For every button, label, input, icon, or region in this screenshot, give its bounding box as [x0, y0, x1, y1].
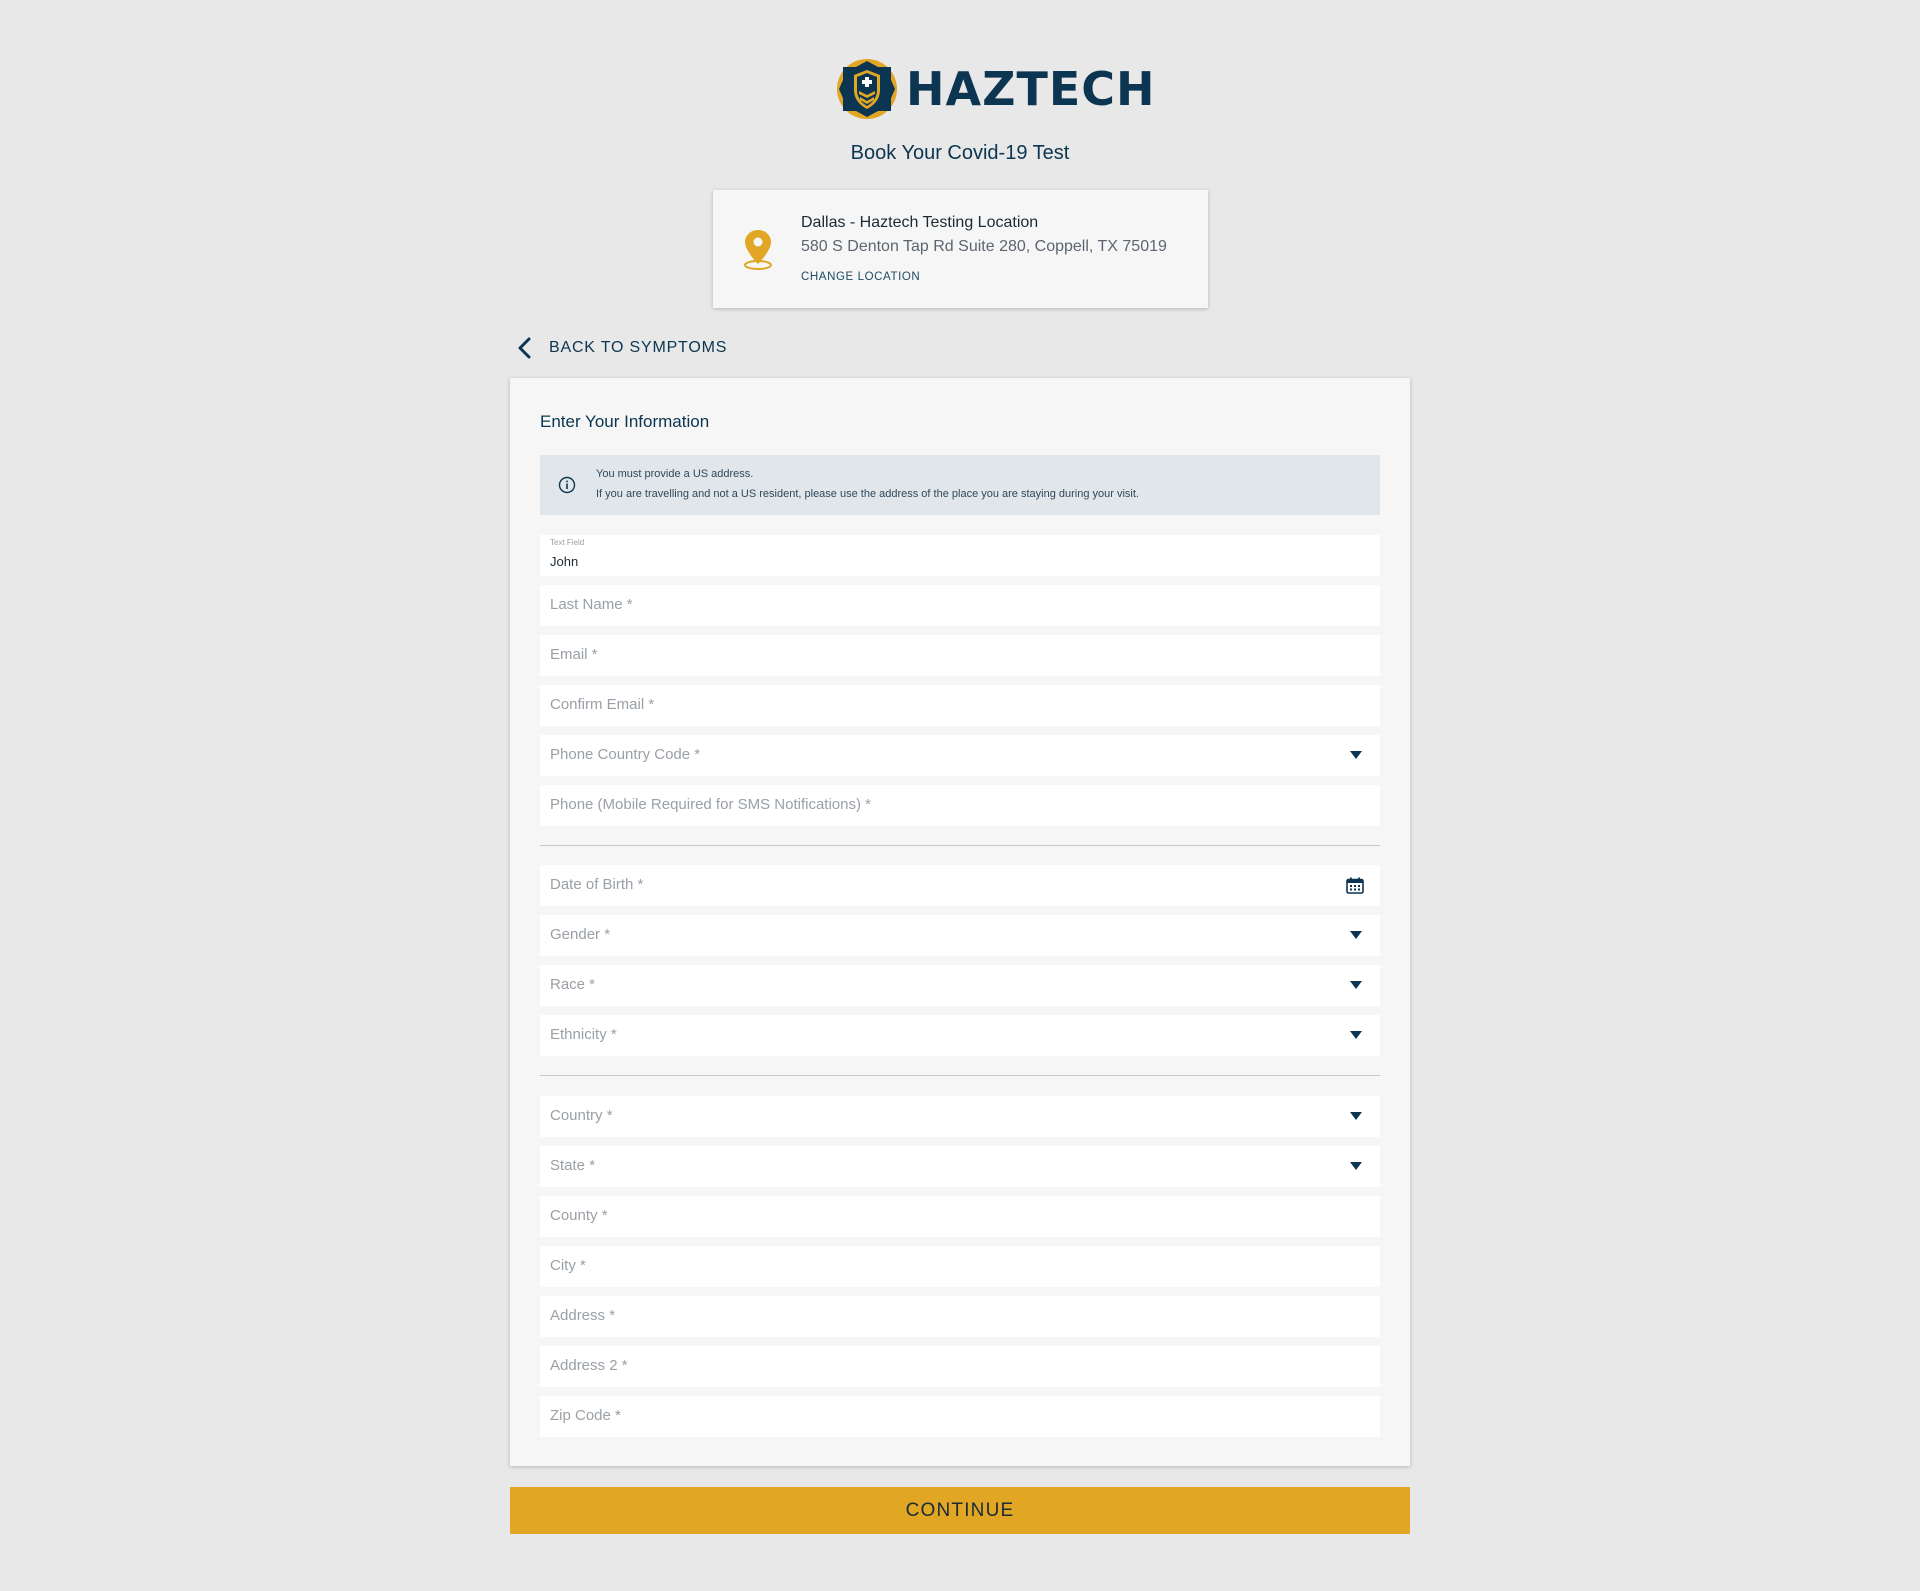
gender-select[interactable]: Gender * [540, 915, 1380, 956]
location-address: 580 S Denton Tap Rd Suite 280, Coppell, … [801, 238, 1167, 255]
dropdown-arrow-icon [1350, 931, 1362, 939]
email-field[interactable]: Email * [540, 635, 1380, 676]
first-name-label: Text Field [550, 538, 585, 547]
form-title: Enter Your Information [540, 412, 710, 431]
confirm-email-placeholder: Confirm Email * [550, 696, 655, 713]
brand-name: HAZTECH [906, 62, 1156, 116]
race-placeholder: Race * [550, 976, 596, 993]
first-name-value: John [550, 554, 579, 569]
calendar-icon[interactable] [1346, 877, 1364, 894]
email-placeholder: Email * [550, 646, 598, 663]
state-select[interactable]: State * [540, 1146, 1380, 1187]
address-2-placeholder: Address 2 * [550, 1357, 628, 1374]
state-placeholder: State * [550, 1157, 596, 1174]
location-card: Dallas - Haztech Testing Location 580 S … [713, 190, 1208, 308]
phone-country-code-select[interactable]: Phone Country Code * [540, 735, 1380, 776]
address-2-field[interactable]: Address 2 * [540, 1346, 1380, 1387]
country-placeholder: Country * [550, 1107, 613, 1124]
gender-placeholder: Gender * [550, 926, 611, 943]
notice-line-2: If you are travelling and not a US resid… [596, 488, 1139, 500]
dob-placeholder: Date of Birth * [550, 876, 644, 893]
dropdown-arrow-icon [1350, 1112, 1362, 1120]
confirm-email-field[interactable]: Confirm Email * [540, 685, 1380, 726]
info-icon [558, 476, 576, 494]
dropdown-arrow-icon [1350, 1162, 1362, 1170]
back-label: BACK TO SYMPTOMS [549, 339, 728, 356]
page-title: Book Your Covid-19 Test [850, 142, 1070, 164]
ethnicity-select[interactable]: Ethnicity * [540, 1015, 1380, 1056]
dropdown-arrow-icon [1350, 1031, 1362, 1039]
city-field[interactable]: City * [540, 1246, 1380, 1287]
phone-placeholder: Phone (Mobile Required for SMS Notificat… [550, 796, 871, 813]
notice-line-1: You must provide a US address. [596, 468, 754, 480]
last-name-placeholder: Last Name * [550, 596, 633, 613]
change-location-link[interactable]: CHANGE LOCATION [801, 271, 920, 283]
section-divider [540, 845, 1380, 846]
map-pin-icon [744, 230, 772, 270]
back-to-symptoms-link[interactable]: BACK TO SYMPTOMS [515, 336, 727, 360]
county-field[interactable]: County * [540, 1196, 1380, 1237]
haztech-logo: HAZTECH [836, 58, 1156, 120]
phone-field[interactable]: Phone (Mobile Required for SMS Notificat… [540, 785, 1380, 826]
last-name-field[interactable]: Last Name * [540, 585, 1380, 626]
county-placeholder: County * [550, 1207, 608, 1224]
section-divider [540, 1075, 1380, 1076]
us-address-notice: You must provide a US address. If you ar… [540, 455, 1380, 515]
location-name: Dallas - Haztech Testing Location [801, 214, 1039, 231]
country-select[interactable]: Country * [540, 1096, 1380, 1137]
continue-button[interactable]: CONTINUE [510, 1487, 1410, 1534]
date-of-birth-field[interactable]: Date of Birth * [540, 865, 1380, 906]
chevron-left-icon [518, 337, 531, 359]
first-name-field[interactable]: Text Field John [540, 535, 1380, 576]
dropdown-arrow-icon [1350, 751, 1362, 759]
information-form: Enter Your Information You must provide … [510, 378, 1410, 1466]
phone-country-code-placeholder: Phone Country Code * [550, 746, 701, 763]
ethnicity-placeholder: Ethnicity * [550, 1026, 617, 1043]
dropdown-arrow-icon [1350, 981, 1362, 989]
zip-code-placeholder: Zip Code * [550, 1407, 621, 1424]
zip-code-field[interactable]: Zip Code * [540, 1396, 1380, 1437]
address-field[interactable]: Address * [540, 1296, 1380, 1337]
city-placeholder: City * [550, 1257, 586, 1274]
shield-badge-icon [837, 59, 897, 119]
race-select[interactable]: Race * [540, 965, 1380, 1006]
address-placeholder: Address * [550, 1307, 616, 1324]
